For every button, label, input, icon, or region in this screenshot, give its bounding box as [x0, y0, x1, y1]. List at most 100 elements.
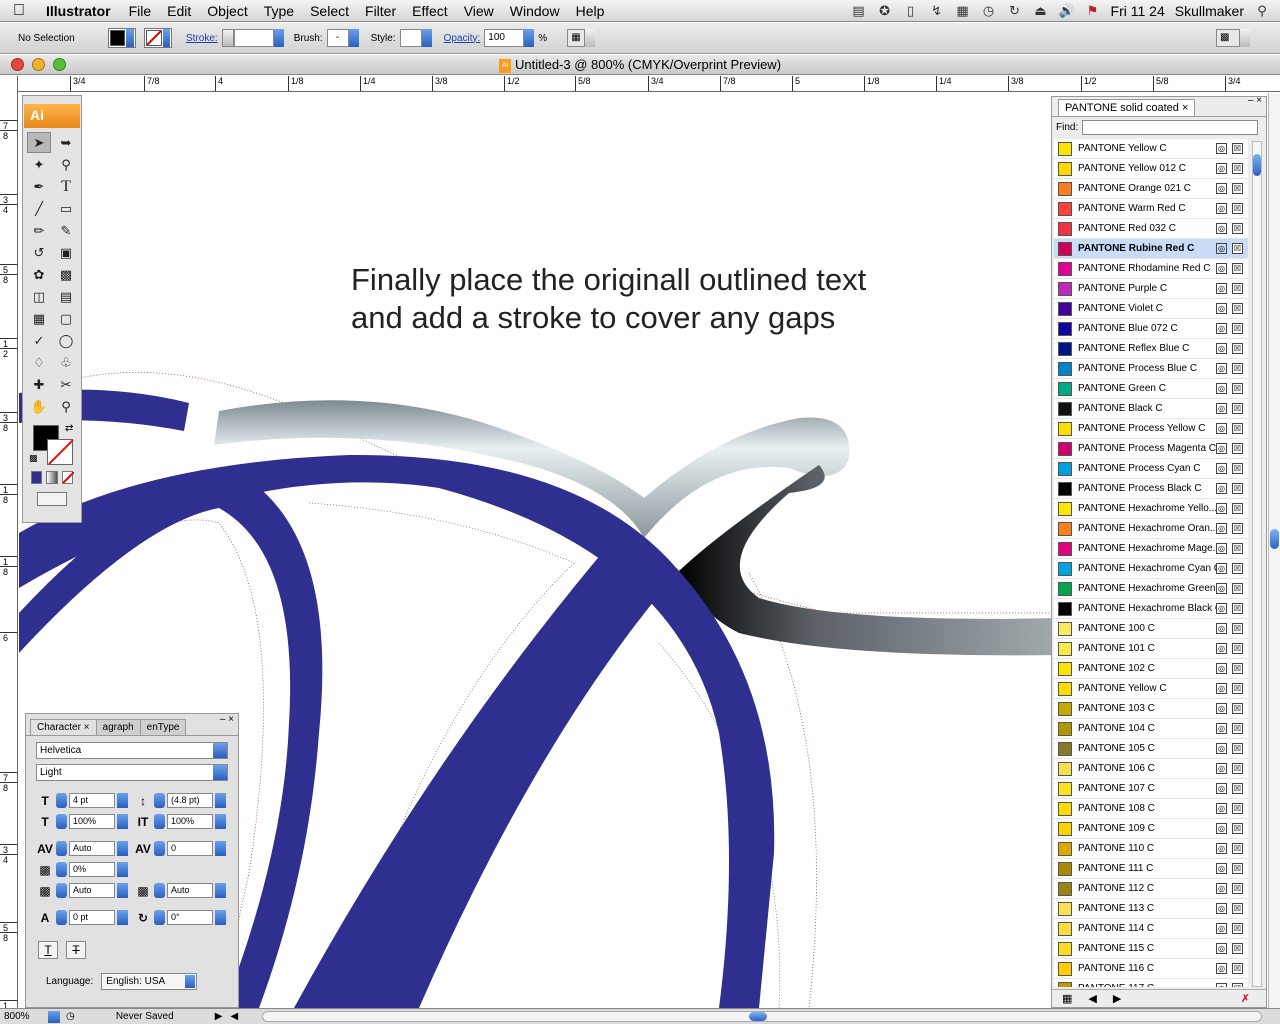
- horizontal-scrollbar[interactable]: [262, 1011, 1262, 1022]
- swatch-row[interactable]: PANTONE Hexachrome Cyan C ◎ ☒: [1054, 559, 1248, 579]
- direct-selection-tool-icon[interactable]: ➥: [54, 132, 78, 153]
- warp-tool-icon[interactable]: ✿: [27, 264, 51, 285]
- script-icon[interactable]: ✪: [877, 3, 893, 19]
- spotlight-search-icon[interactable]: ⚲: [1254, 3, 1270, 19]
- swatch-row[interactable]: PANTONE Hexachrome Black C ◎ ☒: [1054, 599, 1248, 619]
- tab-paragraph[interactable]: agraph: [95, 719, 141, 735]
- swatch-row[interactable]: PANTONE Black C ◎ ☒: [1054, 399, 1248, 419]
- swatch-row[interactable]: PANTONE Warm Red C ◎ ☒: [1054, 199, 1248, 219]
- live-paint-tool-icon[interactable]: ♢: [27, 352, 51, 373]
- selection-tool-icon[interactable]: ➤: [27, 132, 51, 153]
- leading-control[interactable]: ↕ (4.8 pt): [134, 793, 226, 808]
- brush-dropdown[interactable]: [348, 29, 359, 47]
- opacity-label[interactable]: Opacity:: [440, 33, 485, 44]
- swatch-row[interactable]: PANTONE 105 C ◎ ☒: [1054, 739, 1248, 759]
- tab-opentype[interactable]: enType: [139, 719, 187, 735]
- tab-pantone-solid-coated[interactable]: PANTONE solid coated ×: [1058, 99, 1196, 116]
- menu-view[interactable]: View: [456, 3, 502, 19]
- default-colors-icon[interactable]: ▩: [29, 453, 38, 464]
- swatch-scrollbar[interactable]: [1252, 141, 1262, 987]
- swatch-row[interactable]: PANTONE 103 C ◎ ☒: [1054, 699, 1248, 719]
- hand-tool-icon[interactable]: ✋: [27, 396, 51, 417]
- panel-menu-icon[interactable]: ▩: [1216, 29, 1240, 47]
- pencil-tool-icon[interactable]: ✎: [54, 220, 78, 241]
- character-rotation-value[interactable]: 0°: [167, 910, 213, 925]
- library-menu-icon[interactable]: ▦: [1062, 992, 1072, 1005]
- lasso-tool-icon[interactable]: ⚲: [54, 154, 78, 175]
- delete-swatch-icon[interactable]: ✗: [1241, 992, 1250, 1005]
- menu-help[interactable]: Help: [568, 3, 613, 19]
- spaces-icon[interactable]: ▦: [955, 3, 971, 19]
- swatch-row[interactable]: PANTONE 113 C ◎ ☒: [1054, 899, 1248, 919]
- tracking-value[interactable]: 0: [167, 841, 213, 856]
- tsume-control[interactable]: ▩ 0%: [36, 862, 128, 877]
- apple-menu-icon[interactable]: : [0, 2, 38, 20]
- color-mode-icon[interactable]: [31, 471, 43, 484]
- leading-value[interactable]: (4.8 pt): [167, 793, 213, 808]
- font-family-select[interactable]: Helvetica: [36, 742, 228, 759]
- font-size-control[interactable]: T 4 pt: [36, 793, 128, 808]
- isolation-icon[interactable]: ▦: [567, 29, 586, 47]
- magic-wand-tool-icon[interactable]: ✦: [27, 154, 51, 175]
- menu-app[interactable]: Illustrator: [38, 3, 121, 19]
- live-paint-selection-tool-icon[interactable]: ♧: [54, 352, 78, 373]
- horizontal-ruler[interactable]: 3/4 7/8 4 1/8 1/4 3/8 1/2 5/8 3/4 7/8 5 1/8 1/4 3/8 1/…: [18, 76, 1280, 92]
- pen-tool-icon[interactable]: ✒: [27, 176, 51, 197]
- swap-colors-icon[interactable]: ⇄: [65, 423, 73, 434]
- swatch-row[interactable]: PANTONE Yellow 012 C ◎ ☒: [1054, 159, 1248, 179]
- zoom-tool-icon[interactable]: ⚲: [54, 396, 78, 417]
- scroll-left-icon[interactable]: ◀: [230, 1011, 238, 1022]
- swatch-row[interactable]: PANTONE 110 C ◎ ☒: [1054, 839, 1248, 859]
- vertical-scale-value[interactable]: 100%: [167, 814, 213, 829]
- swatch-list[interactable]: PANTONE Yellow C ◎ ☒ PANTONE Yellow 012 C ◎ ☒…: [1054, 139, 1248, 987]
- blend-tool-icon[interactable]: ◯: [54, 330, 78, 351]
- swatch-row[interactable]: PANTONE Process Cyan C ◎ ☒: [1054, 459, 1248, 479]
- swatch-row[interactable]: PANTONE Process Magenta C ◎ ☒: [1054, 439, 1248, 459]
- gradient-tool-icon[interactable]: ▢: [54, 308, 78, 329]
- menu-effect[interactable]: Effect: [404, 3, 456, 19]
- menu-edit[interactable]: Edit: [159, 3, 199, 19]
- strikethrough-button[interactable]: T: [66, 941, 86, 959]
- aki-left-value[interactable]: Auto: [69, 883, 115, 898]
- baseline-shift-value[interactable]: 0 pt: [69, 910, 115, 925]
- stroke-color-picker[interactable]: [144, 28, 172, 48]
- swatch-row[interactable]: PANTONE 112 C ◎ ☒: [1054, 879, 1248, 899]
- next-library-icon[interactable]: ▶: [1113, 992, 1121, 1005]
- crop-tool-icon[interactable]: ✚: [27, 374, 51, 395]
- panel-menu-dropdown[interactable]: [1240, 29, 1250, 47]
- rectangle-tool-icon[interactable]: ▭: [54, 198, 78, 219]
- type-tool-icon[interactable]: T: [54, 176, 78, 197]
- status-menu-arrow-icon[interactable]: ▶: [215, 1011, 223, 1022]
- stroke-swatch[interactable]: [47, 439, 73, 465]
- swatch-row[interactable]: PANTONE 116 C ◎ ☒: [1054, 959, 1248, 979]
- rotate-tool-icon[interactable]: ↺: [27, 242, 51, 263]
- menu-select[interactable]: Select: [302, 3, 357, 19]
- swatch-row[interactable]: PANTONE Process Black C ◎ ☒: [1054, 479, 1248, 499]
- swatch-row[interactable]: PANTONE Hexachrome Yello... ◎ ☒: [1054, 499, 1248, 519]
- clipboard-icon[interactable]: ▯: [903, 3, 919, 19]
- volume-icon[interactable]: 🔊: [1059, 3, 1075, 19]
- stroke-label[interactable]: Stroke:: [182, 33, 222, 44]
- menu-clock[interactable]: Fri 11 24: [1111, 3, 1165, 19]
- close-window-button[interactable]: [11, 58, 24, 71]
- swatch-row[interactable]: PANTONE 111 C ◎ ☒: [1054, 859, 1248, 879]
- previous-library-icon[interactable]: ◀: [1088, 992, 1096, 1005]
- character-rotation-control[interactable]: ↻ 0°: [134, 910, 226, 925]
- vertical-scale-control[interactable]: IT 100%: [134, 814, 226, 829]
- swatch-row[interactable]: PANTONE Yellow C ◎ ☒: [1054, 679, 1248, 699]
- zoom-dropdown[interactable]: [48, 1010, 60, 1023]
- swatch-row[interactable]: PANTONE Red 032 C ◎ ☒: [1054, 219, 1248, 239]
- line-tool-icon[interactable]: ╱: [27, 198, 51, 219]
- swatch-row[interactable]: PANTONE 114 C ◎ ☒: [1054, 919, 1248, 939]
- font-style-dropdown[interactable]: [213, 765, 227, 780]
- symbol-sprayer-tool-icon[interactable]: ◫: [27, 286, 51, 307]
- style-dropdown[interactable]: [421, 29, 432, 47]
- menu-filter[interactable]: Filter: [357, 3, 404, 19]
- status-clock-icon[interactable]: ◷: [66, 1011, 75, 1022]
- mesh-tool-icon[interactable]: ▦: [27, 308, 51, 329]
- swatch-row[interactable]: PANTONE Green C ◎ ☒: [1054, 379, 1248, 399]
- aki-right-control[interactable]: ▩ Auto: [134, 883, 226, 898]
- sync-icon[interactable]: ↻: [1007, 3, 1023, 19]
- flag-icon[interactable]: ⚑: [1085, 3, 1101, 19]
- swatch-row[interactable]: PANTONE Process Blue C ◎ ☒: [1054, 359, 1248, 379]
